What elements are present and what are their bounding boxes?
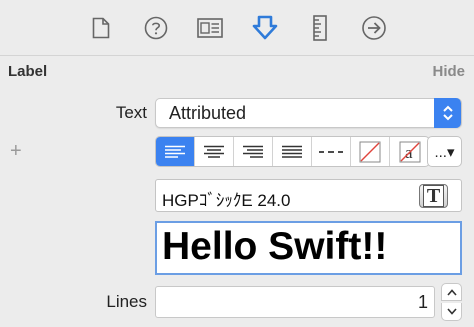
label-text-value: Hello Swift!! [162,225,388,268]
text-label: Text [115,103,147,122]
stepper-up-icon[interactable] [441,283,462,301]
align-center-icon[interactable] [195,137,234,166]
font-value: HGPｺﾞｼｯｸE 24.0 [162,191,291,210]
font-field[interactable]: HGPｺﾞｼｯｸE 24.0 T [155,179,462,212]
connections-inspector-icon[interactable] [360,14,388,42]
background-color-icon[interactable] [351,137,390,166]
font-picker-button[interactable]: T [419,184,448,208]
lines-label: Lines [106,292,147,311]
font-picker-icon: T [422,185,445,207]
lines-value: 1 [417,292,428,312]
add-variation-button[interactable]: + [10,140,22,163]
quick-help-icon[interactable] [142,14,170,42]
align-natural-icon[interactable] [312,137,351,166]
lines-field[interactable]: 1 [155,286,435,318]
foreground-color-icon[interactable]: a [390,137,429,166]
align-left-icon[interactable] [156,137,195,166]
file-inspector-icon[interactable] [87,14,115,42]
size-inspector-icon[interactable] [306,14,334,42]
align-right-icon[interactable] [234,137,273,166]
text-type-popup[interactable]: Attributed [155,98,462,128]
inspector-toolbar [0,0,474,56]
hide-button[interactable]: Hide [432,63,465,80]
identity-inspector-icon[interactable] [196,14,224,42]
align-justify-icon[interactable] [273,137,312,166]
stepper-down-icon[interactable] [441,303,462,321]
lines-stepper[interactable] [441,283,462,321]
popup-chevrons-icon [434,98,461,128]
more-options-button[interactable]: ...▾ [427,136,462,167]
text-type-value: Attributed [169,103,247,123]
section-title: Label [8,63,48,80]
label-text-area[interactable]: Hello Swift!! [155,221,462,275]
alignment-segmented-control: a [155,136,430,167]
attributes-inspector-icon[interactable] [251,14,279,42]
